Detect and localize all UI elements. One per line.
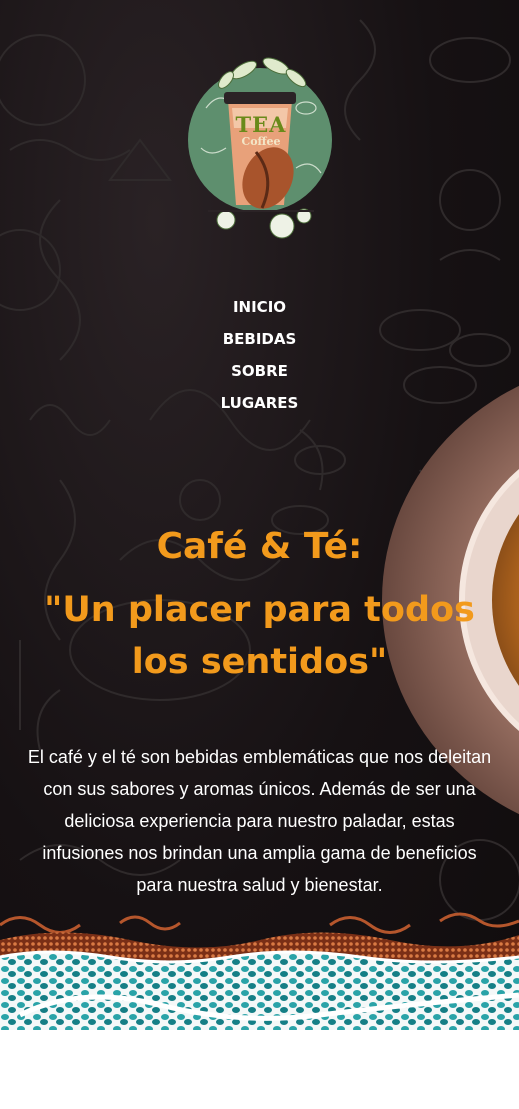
logo-coffee-text: Coffee bbox=[241, 135, 281, 148]
bottom-section bbox=[0, 1030, 519, 1109]
hero-subtitle: "Un placer para todos los sentidos" bbox=[44, 590, 475, 682]
nav-item-lugares[interactable]: LUGARES bbox=[0, 392, 519, 424]
nav-item-sobre[interactable]: SOBRE bbox=[0, 360, 519, 392]
hero-title: Café & Té: bbox=[156, 526, 363, 567]
nav-item-bebidas[interactable]: BEBIDAS bbox=[0, 328, 519, 360]
page: TEA Coffee INICIO BEBIDAS SOBRE LUGARES … bbox=[0, 0, 519, 1109]
nav-item-inicio[interactable]: INICIO bbox=[0, 296, 519, 328]
decorative-band bbox=[0, 912, 519, 1035]
main-nav: INICIO BEBIDAS SOBRE LUGARES bbox=[0, 296, 519, 424]
hero-description: El café y el té son bebidas emblemáticas… bbox=[27, 747, 492, 895]
logo-tea-text: TEA bbox=[235, 112, 287, 137]
